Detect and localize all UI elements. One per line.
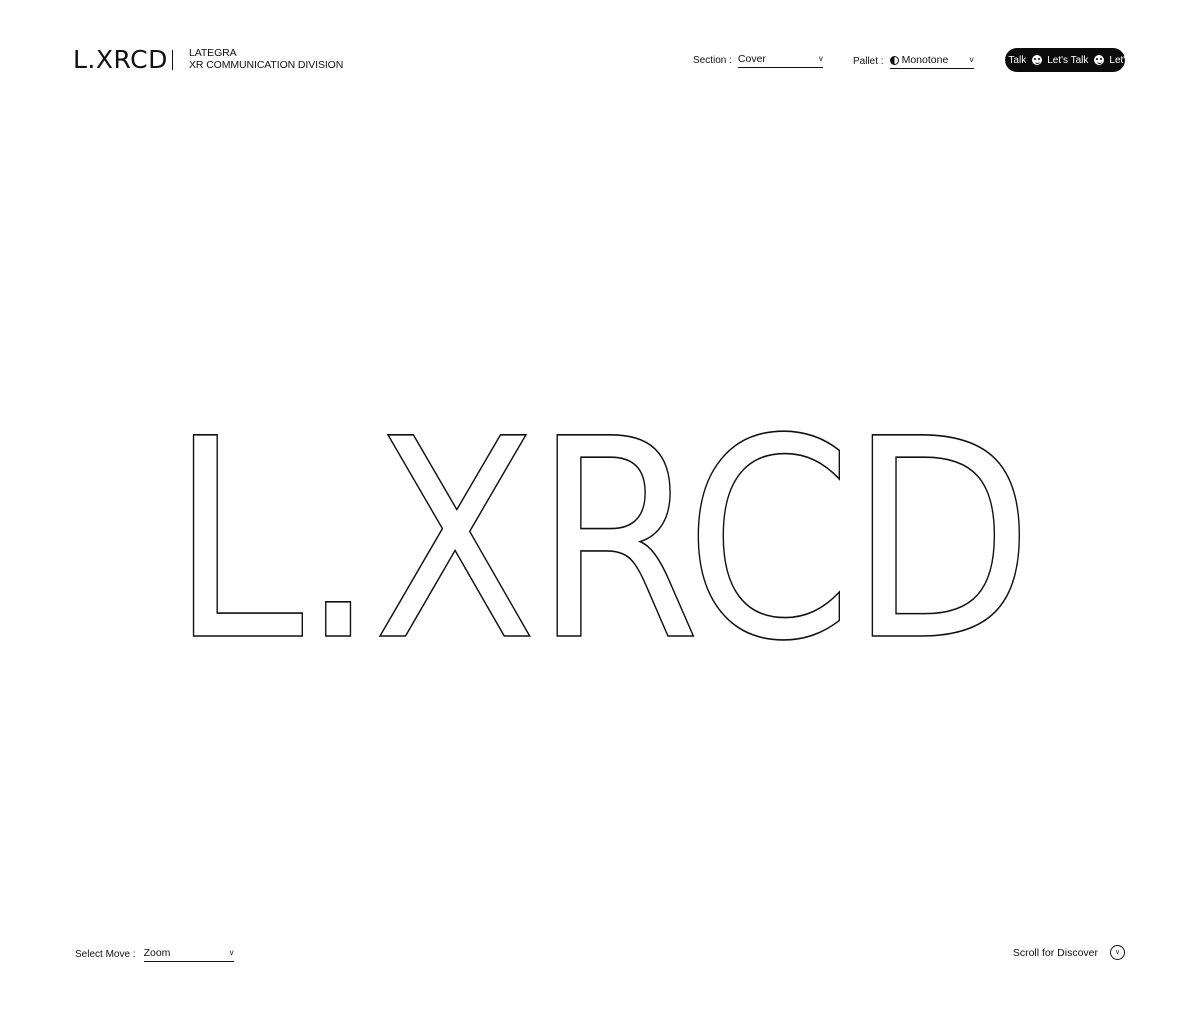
- pallet-select[interactable]: Monotone v: [889, 53, 974, 69]
- hero-title-svg: L.XRCD: [169, 400, 1035, 680]
- move-select[interactable]: Zoom v: [143, 946, 234, 962]
- half-circle-icon: [889, 55, 899, 65]
- page: L.XRCD LATEGRA XR COMMUNICATION DIVISION…: [0, 0, 1200, 1009]
- lets-talk-label: Let's Talk: [1047, 54, 1089, 66]
- lets-talk-label: Let's Talk: [1005, 54, 1027, 66]
- section-select[interactable]: Cover v: [737, 52, 823, 68]
- scroll-discover[interactable]: Scroll for Discover v: [1013, 945, 1125, 960]
- scroll-label: Scroll for Discover: [1012, 946, 1098, 959]
- pallet-value: Monotone: [901, 54, 949, 66]
- brand-text: LATEGRA XR COMMUNICATION DIVISION: [189, 47, 343, 71]
- chevron-down-icon: v: [229, 948, 234, 957]
- header: L.XRCD LATEGRA XR COMMUNICATION DIVISION…: [0, 0, 1200, 120]
- lets-talk-item: Let's Talk: [1005, 55, 1026, 66]
- chevron-down-icon: v: [818, 54, 823, 63]
- pallet-label: Pallet :: [853, 56, 884, 67]
- lets-talk-label: Let's Talk: [1109, 54, 1125, 66]
- pallet-select-group: Pallet : Monotone v: [853, 53, 974, 69]
- brand-line-1: LATEGRA: [189, 47, 237, 59]
- section-value: Cover: [737, 53, 766, 65]
- section-select-group: Section : Cover v: [693, 52, 823, 68]
- logo[interactable]: L.XRCD: [73, 45, 168, 75]
- logo-divider: [172, 50, 173, 70]
- chevron-down-icon: v: [969, 55, 974, 64]
- brand-line-2: XR COMMUNICATION DIVISION: [189, 59, 344, 71]
- smiley-icon: [1094, 55, 1105, 65]
- section-label: Section :: [693, 55, 732, 66]
- lets-talk-button[interactable]: Let's Talk Let's Talk Let's Talk: [1005, 48, 1125, 72]
- lets-talk-item: Let's Talk: [1094, 55, 1125, 66]
- move-select-group: Select Move : Zoom v: [75, 946, 234, 962]
- lets-talk-marquee: Let's Talk Let's Talk Let's Talk: [1005, 48, 1125, 72]
- chevron-down-icon[interactable]: v: [1110, 945, 1125, 960]
- lets-talk-item: Let's Talk: [1032, 55, 1088, 66]
- move-label: Select Move :: [75, 949, 136, 960]
- hero: L.XRCD: [0, 400, 1200, 680]
- smiley-icon: [1032, 55, 1043, 65]
- move-value: Zoom: [143, 947, 171, 959]
- hero-title: L.XRCD: [170, 400, 1030, 680]
